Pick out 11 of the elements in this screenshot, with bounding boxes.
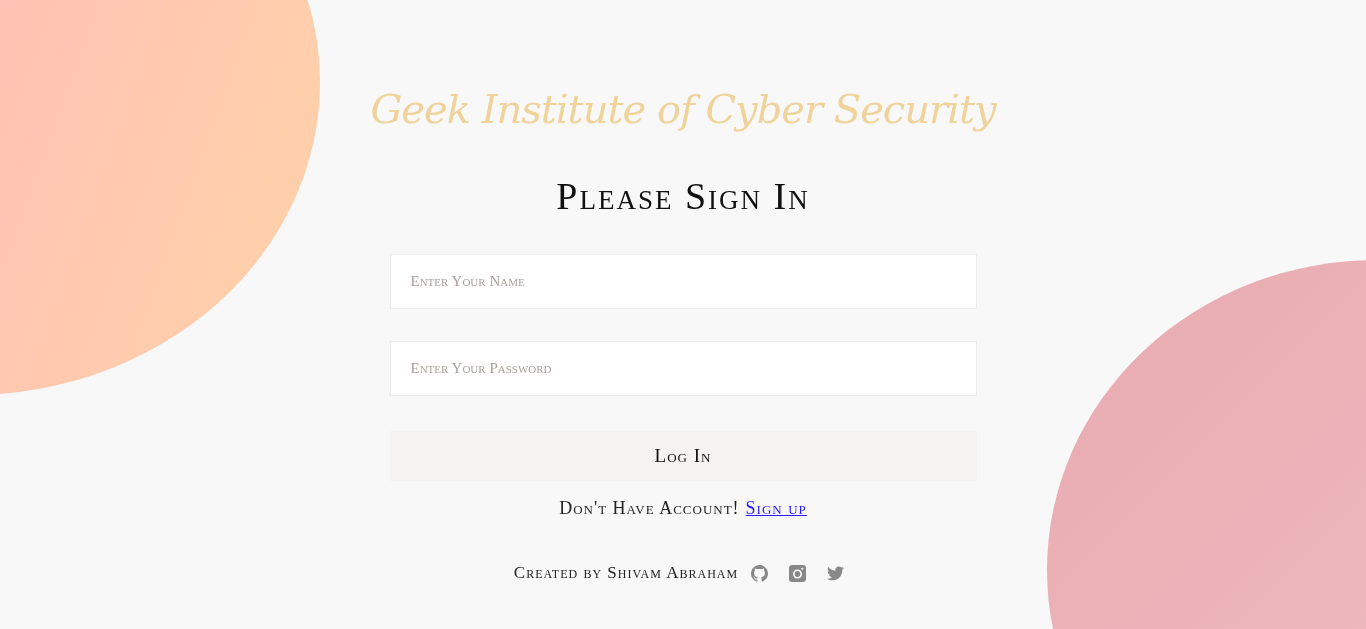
- name-field[interactable]: Enter Your Name: [389, 254, 977, 309]
- signup-link[interactable]: Sign up: [745, 498, 807, 519]
- login-button[interactable]: Log In: [389, 431, 977, 481]
- credit-text: Created by Shivam Abraham: [513, 563, 739, 583]
- site-title: Geek Institute of Cyber Security: [370, 85, 996, 134]
- signup-prompt: Don't Have Account!: [559, 498, 740, 519]
- github-icon[interactable]: [751, 564, 769, 582]
- bird-icon[interactable]: [827, 565, 845, 581]
- camera-icon[interactable]: [789, 564, 807, 582]
- sign-in-heading: Please Sign In: [556, 174, 810, 218]
- password-field[interactable]: Enter Your Password: [389, 341, 977, 396]
